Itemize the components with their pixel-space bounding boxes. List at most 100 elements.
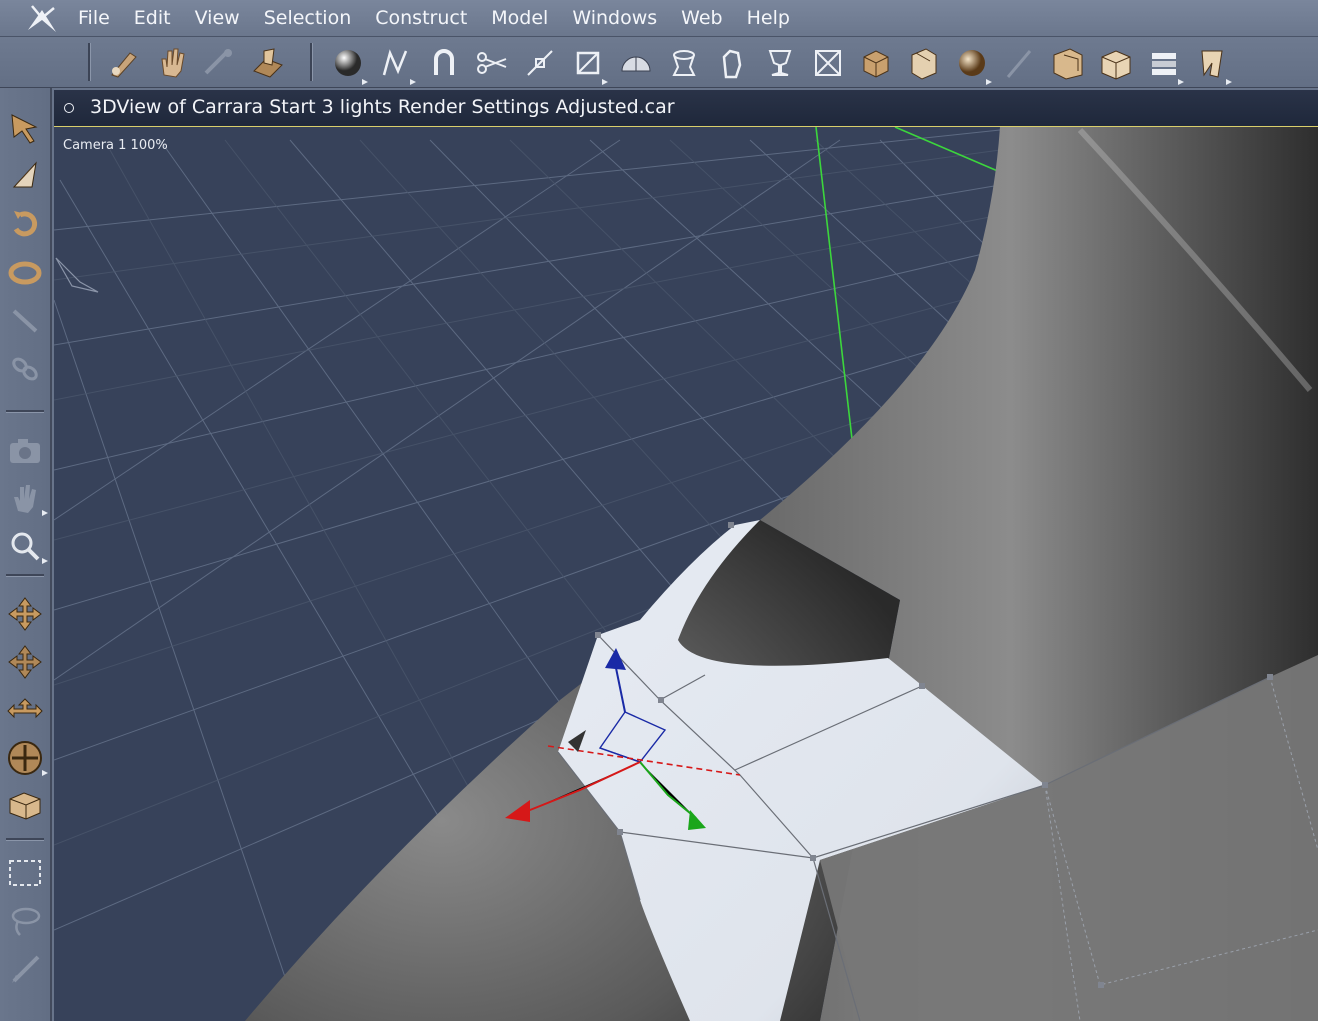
rotate-icon	[13, 211, 38, 237]
lasso-select-button[interactable]	[5, 900, 45, 940]
hand-glove-button[interactable]	[712, 43, 752, 83]
sphere-primitive-button[interactable]	[328, 43, 368, 85]
cube-object-button[interactable]	[856, 43, 896, 83]
menu-help[interactable]: Help	[745, 7, 792, 29]
link-tool-button[interactable]	[5, 348, 45, 388]
palette-separator	[6, 838, 44, 841]
menu-file[interactable]: File	[76, 7, 112, 29]
toolbar-separator	[310, 43, 313, 81]
menu-bar: File Edit View Selection Construct Model…	[0, 0, 1318, 37]
ball-object-button[interactable]	[952, 43, 992, 85]
floor-plane-tool-button[interactable]	[5, 786, 45, 826]
brush-disabled-button[interactable]	[1000, 43, 1040, 83]
paint-brush-icon	[12, 955, 40, 983]
camera-icon	[10, 439, 40, 463]
wand-tool-button[interactable]	[5, 300, 45, 340]
rectangle-select-button[interactable]	[5, 852, 45, 892]
hand-pan-tool-button[interactable]	[152, 43, 192, 83]
select-3d-arrow-button[interactable]	[5, 156, 45, 196]
cut-tool-button[interactable]	[472, 43, 512, 83]
move-arrows-icon	[8, 597, 42, 631]
goblet-tool-button[interactable]	[760, 43, 800, 83]
lathe-icon	[672, 50, 696, 76]
ring-icon	[8, 261, 42, 285]
hand-icon	[14, 485, 36, 513]
room-tool-button[interactable]	[1048, 43, 1088, 83]
submenu-indicator-icon	[986, 79, 992, 85]
window-close-dot-icon[interactable]	[64, 103, 74, 113]
select-arrow-button[interactable]	[5, 108, 45, 148]
move-tool-button[interactable]	[5, 594, 45, 634]
cloth-tool-button[interactable]	[1192, 43, 1232, 85]
magnifier-icon	[11, 532, 40, 561]
terrain-tool-button[interactable]	[1096, 43, 1136, 83]
toolbar-separator	[88, 43, 91, 81]
move-xyz-tool-button[interactable]	[5, 642, 45, 682]
submenu-indicator-icon	[602, 79, 608, 85]
magnet-icon	[434, 49, 454, 75]
submenu-indicator-icon	[42, 770, 48, 776]
3d-viewport[interactable]	[54, 127, 1318, 1021]
glove-icon	[722, 49, 742, 79]
view-title: 3DView of Carrara Start 3 lights Render …	[90, 96, 675, 118]
vertex-link-icon	[527, 50, 553, 76]
draw-tool-icon	[111, 52, 137, 78]
scene-icon	[1152, 53, 1176, 75]
move-plane-tool-button[interactable]	[5, 690, 45, 730]
submenu-indicator-icon	[42, 510, 48, 516]
palette-separator	[6, 410, 44, 413]
3d-view-title-bar[interactable]: 3DView of Carrara Start 3 lights Render …	[54, 90, 1318, 127]
scissor-disabled-button[interactable]	[198, 43, 238, 83]
move-xyz-icon	[8, 645, 42, 679]
menu-edit[interactable]: Edit	[132, 7, 173, 29]
paint-select-button[interactable]	[5, 948, 45, 988]
box-sculpt-icon	[911, 48, 937, 80]
menu-view[interactable]: View	[193, 7, 242, 29]
box-sculpt-button[interactable]	[904, 43, 944, 83]
menu-windows[interactable]: Windows	[570, 7, 659, 29]
wand-icon	[12, 309, 38, 333]
menu-web[interactable]: Web	[679, 7, 724, 29]
scene-tool-button[interactable]	[1144, 43, 1184, 85]
sphere-icon	[335, 50, 361, 76]
submenu-indicator-icon	[1178, 79, 1184, 85]
cloth-icon	[1201, 50, 1223, 78]
zoom-tool-button[interactable]	[5, 526, 48, 566]
assemble-tool-button[interactable]	[248, 43, 288, 83]
spline-object-button[interactable]	[376, 43, 416, 85]
link-vertex-button[interactable]	[520, 43, 560, 83]
half-sphere-button[interactable]	[616, 43, 656, 83]
menu-construct[interactable]: Construct	[373, 7, 469, 29]
frame-tool-button[interactable]	[808, 43, 848, 83]
ring-tool-button[interactable]	[5, 252, 45, 292]
palette-separator	[6, 574, 44, 577]
submenu-indicator-icon	[362, 79, 368, 85]
submenu-indicator-icon	[42, 558, 48, 564]
bounding-box-icon	[576, 51, 600, 75]
scene-render[interactable]	[54, 127, 1318, 1021]
spline-icon	[382, 49, 408, 76]
floor-plane-icon	[9, 792, 41, 820]
universal-manipulator-button[interactable]	[5, 738, 48, 778]
hand-tool-button[interactable]	[5, 478, 48, 518]
carrara-logo-icon	[24, 2, 60, 34]
bounding-box-button[interactable]	[568, 43, 608, 85]
scissors-icon	[477, 52, 507, 74]
submenu-indicator-icon	[1226, 79, 1232, 85]
frame-icon	[815, 50, 841, 76]
rotate-tool-button[interactable]	[5, 204, 45, 244]
chain-link-icon	[12, 357, 38, 381]
goblet-icon	[768, 50, 792, 76]
camera-tool-button[interactable]	[5, 430, 45, 470]
menu-model[interactable]: Model	[489, 7, 550, 29]
room-icon	[1053, 48, 1083, 80]
wand-disabled-icon	[204, 49, 232, 75]
cube-icon	[863, 50, 889, 78]
lathe-tool-button[interactable]	[664, 43, 704, 83]
move-plane-icon	[7, 698, 43, 719]
menu-selection[interactable]: Selection	[262, 7, 354, 29]
arrow-pointer-icon	[11, 114, 38, 144]
draw-tool-button[interactable]	[104, 43, 144, 83]
brush-disabled-icon	[1006, 50, 1032, 78]
magnet-tool-button[interactable]	[424, 43, 464, 83]
